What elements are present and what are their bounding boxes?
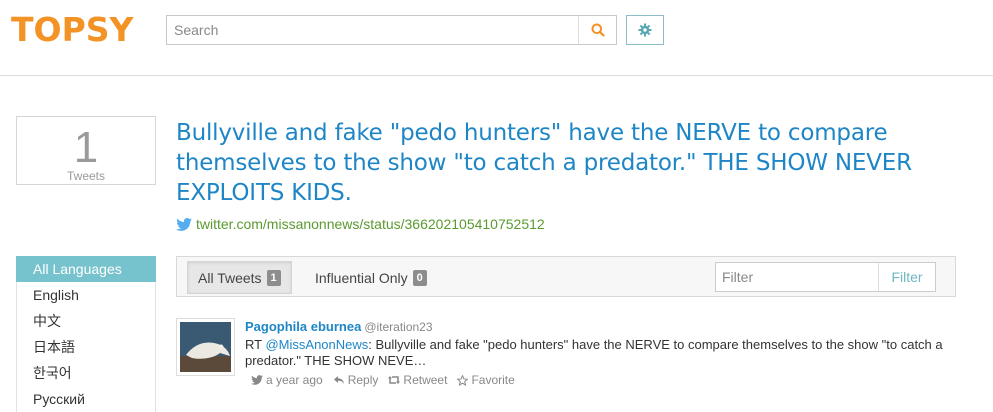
all-tweets-count-badge: 1 — [266, 269, 281, 286]
influential-count-badge: 0 — [412, 269, 427, 286]
search-input[interactable] — [167, 16, 579, 44]
tweet-tabs-bar: All Tweets 1 Influential Only 0 Filter — [176, 256, 956, 297]
tweet-handle[interactable]: @iteration23 — [364, 320, 432, 334]
tab-influential-label: Influential Only — [315, 269, 408, 286]
tweet-time[interactable]: a year ago — [251, 373, 323, 387]
page-title: Bullyville and fake "pedo hunters" have … — [176, 120, 912, 206]
retweet-button[interactable]: Retweet — [388, 373, 447, 387]
avatar-image — [180, 322, 231, 372]
avatar[interactable] — [176, 318, 235, 376]
favorite-label: Favorite — [471, 373, 515, 387]
tweet-author[interactable]: Pagophila eburnea — [245, 319, 361, 334]
language-all[interactable]: All Languages — [16, 256, 156, 282]
language-menu: All Languages English 中文 日本語 한국어 Русский — [16, 256, 156, 412]
filter-input[interactable] — [716, 263, 879, 291]
tweet-text: RT @MissAnonNews: Bullyville and fake "p… — [245, 337, 955, 369]
reply-label: Reply — [347, 373, 379, 387]
tab-all-tweets-label: All Tweets — [198, 269, 262, 286]
tab-all-tweets[interactable]: All Tweets 1 — [187, 261, 292, 294]
tweet-time-label: a year ago — [266, 373, 323, 387]
tweet-count: 1 — [73, 123, 99, 172]
retweet-label: Retweet — [403, 373, 448, 387]
filter-box: Filter — [715, 262, 936, 292]
language-chinese[interactable]: 中文 — [16, 308, 156, 334]
favorite-button[interactable]: Favorite — [457, 373, 515, 387]
reply-icon — [333, 376, 344, 384]
language-korean[interactable]: 한국어 — [16, 360, 156, 386]
top-bar: TOPSY — [0, 0, 993, 76]
twitter-bird-icon — [251, 375, 263, 385]
topsy-logo[interactable]: TOPSY — [11, 10, 133, 50]
tweet-actions: a year ago Reply Retweet Favorite — [251, 373, 955, 387]
language-japanese[interactable]: 日本語 — [16, 334, 156, 360]
tweet-mention[interactable]: @MissAnonNews — [265, 337, 368, 352]
tweet-count-label: Tweets — [66, 169, 105, 183]
source-link-text: twitter.com/missanonnews/status/36620210… — [196, 216, 545, 232]
filter-button[interactable]: Filter — [878, 263, 935, 291]
retweet-icon — [388, 376, 401, 384]
twitter-bird-icon — [176, 217, 192, 231]
gear-icon — [638, 23, 652, 37]
tweet-count-box: 1 Tweets — [16, 116, 156, 185]
search-button[interactable] — [578, 16, 616, 44]
settings-button[interactable] — [626, 15, 664, 45]
retweet-prefix: RT — [245, 337, 266, 352]
language-russian[interactable]: Русский — [16, 386, 156, 412]
search-box — [166, 15, 617, 45]
tweet-body: Pagophila eburnea @iteration23 RT @MissAn… — [245, 318, 955, 387]
search-icon — [591, 23, 605, 37]
star-icon — [457, 374, 469, 386]
tab-influential-only[interactable]: Influential Only 0 — [305, 261, 437, 294]
language-english[interactable]: English — [16, 282, 156, 308]
reply-button[interactable]: Reply — [333, 373, 379, 387]
source-tweet-link[interactable]: twitter.com/missanonnews/status/36620210… — [176, 216, 545, 232]
